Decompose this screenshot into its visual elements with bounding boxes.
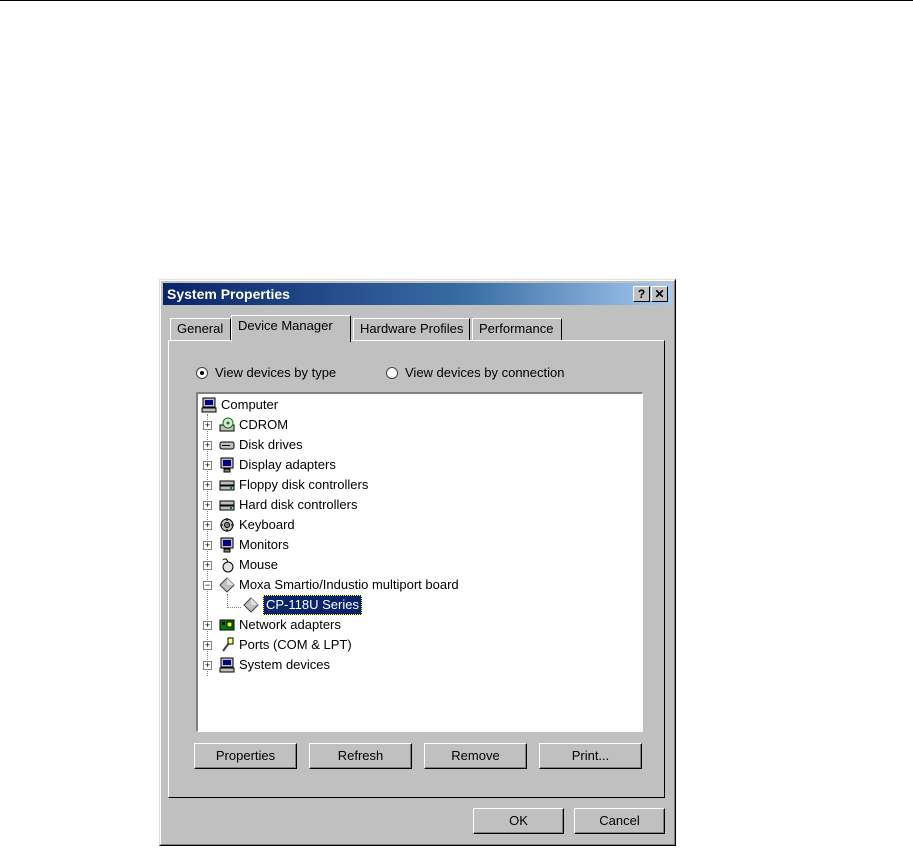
expand-toggle[interactable]: + xyxy=(203,501,212,510)
tree-item-mouse[interactable]: Mouse xyxy=(219,556,278,574)
network-card-icon xyxy=(219,619,235,631)
expand-toggle[interactable]: + xyxy=(203,461,212,470)
tree-item-keyboard[interactable]: Keyboard xyxy=(219,516,295,534)
tree-item-label: Mouse xyxy=(239,557,279,572)
diamond-icon xyxy=(219,577,235,593)
tree-item-label: Disk drives xyxy=(239,437,303,452)
ok-button[interactable]: OK xyxy=(473,808,564,834)
tree-item-floppy-controllers[interactable]: Floppy disk controllers xyxy=(219,476,368,494)
tree-item-display-adapters[interactable]: Display adapters xyxy=(219,456,336,474)
radio-label-by-connection: View devices by connection xyxy=(405,365,565,380)
tree-item-hard-disk-controllers[interactable]: Hard disk controllers xyxy=(219,496,358,514)
tree-item-ports[interactable]: Ports (COM & LPT) xyxy=(219,636,352,654)
expand-toggle[interactable]: + xyxy=(203,661,212,670)
tree-item-label: Keyboard xyxy=(239,517,295,532)
system-properties-window: System Properties ? ✕ General Device Man… xyxy=(159,279,676,846)
tree-item-disk-drives[interactable]: Disk drives xyxy=(219,436,303,454)
tab-general[interactable]: General xyxy=(170,318,231,340)
help-button[interactable]: ? xyxy=(633,286,650,302)
device-tree[interactable]: Computer + CDROM + Disk drives + Display… xyxy=(196,392,643,732)
tree-item-label: Ports (COM & LPT) xyxy=(239,637,352,652)
refresh-button[interactable]: Refresh xyxy=(309,743,412,769)
mouse-icon xyxy=(222,558,234,573)
tree-item-label: Computer xyxy=(221,397,279,412)
radio-label-by-type: View devices by type xyxy=(215,365,337,380)
window-title: System Properties xyxy=(167,286,290,302)
expand-toggle[interactable]: + xyxy=(203,421,212,430)
diamond-icon xyxy=(243,597,259,613)
tree-item-label: Network adapters xyxy=(239,617,341,632)
tab-hardware-profiles[interactable]: Hardware Profiles xyxy=(353,318,470,340)
keyboard-icon xyxy=(220,518,234,532)
port-icon xyxy=(222,637,234,652)
tree-item-label: CDROM xyxy=(239,417,289,432)
radio-view-by-connection[interactable]: View devices by connection xyxy=(386,365,564,380)
tree-item-label: Floppy disk controllers xyxy=(239,477,369,492)
tree-item-network-adapters[interactable]: Network adapters xyxy=(219,616,341,634)
close-button[interactable]: ✕ xyxy=(651,286,668,302)
tree-item-monitors[interactable]: Monitors xyxy=(219,536,289,554)
page-top-rule xyxy=(0,0,913,1)
tree-item-system-devices[interactable]: System devices xyxy=(219,656,330,674)
print-button[interactable]: Print... xyxy=(539,743,642,769)
collapse-toggle[interactable]: − xyxy=(203,581,212,590)
controller-icon xyxy=(219,500,235,511)
tab-device-manager[interactable]: Device Manager xyxy=(231,315,351,342)
radio-view-by-type[interactable]: View devices by type xyxy=(196,365,336,380)
monitor-icon xyxy=(220,537,234,553)
expand-toggle[interactable]: + xyxy=(203,441,212,450)
tree-item-cdrom[interactable]: CDROM xyxy=(219,416,288,434)
tree-item-label-selected: CP-118U Series xyxy=(263,595,362,615)
tab-performance[interactable]: Performance xyxy=(472,318,562,340)
monitor-icon xyxy=(220,457,234,473)
tree-connector xyxy=(227,594,228,608)
expand-toggle[interactable]: + xyxy=(203,641,212,650)
computer-icon xyxy=(219,657,235,673)
tree-item-label: Hard disk controllers xyxy=(239,497,358,512)
title-bar[interactable]: System Properties ? ✕ xyxy=(163,283,672,305)
disk-drive-icon xyxy=(219,441,235,450)
tree-item-moxa-board[interactable]: Moxa Smartio/Industio multiport board xyxy=(219,576,459,594)
expand-toggle[interactable]: + xyxy=(203,621,212,630)
expand-toggle[interactable]: + xyxy=(203,481,212,490)
expand-toggle[interactable]: + xyxy=(203,521,212,530)
controller-icon xyxy=(219,480,235,491)
computer-icon xyxy=(201,397,217,413)
tree-connector xyxy=(227,607,241,608)
cdrom-icon xyxy=(219,417,235,432)
tree-item-computer[interactable]: Computer xyxy=(201,396,278,414)
tree-item-label: Monitors xyxy=(239,537,289,552)
tree-item-label: System devices xyxy=(239,657,331,672)
remove-button[interactable]: Remove xyxy=(424,743,527,769)
radio-button-selected[interactable] xyxy=(196,366,208,379)
expand-toggle[interactable]: + xyxy=(203,561,212,570)
properties-button[interactable]: Properties xyxy=(194,743,297,769)
tree-item-label: Display adapters xyxy=(239,457,336,472)
expand-toggle[interactable]: + xyxy=(203,541,212,550)
tree-item-label: Moxa Smartio/Industio multiport board xyxy=(239,577,459,592)
radio-button[interactable] xyxy=(386,366,398,379)
tree-item-cp-118u-series[interactable]: CP-118U Series xyxy=(243,595,362,615)
cancel-button[interactable]: Cancel xyxy=(574,808,665,834)
